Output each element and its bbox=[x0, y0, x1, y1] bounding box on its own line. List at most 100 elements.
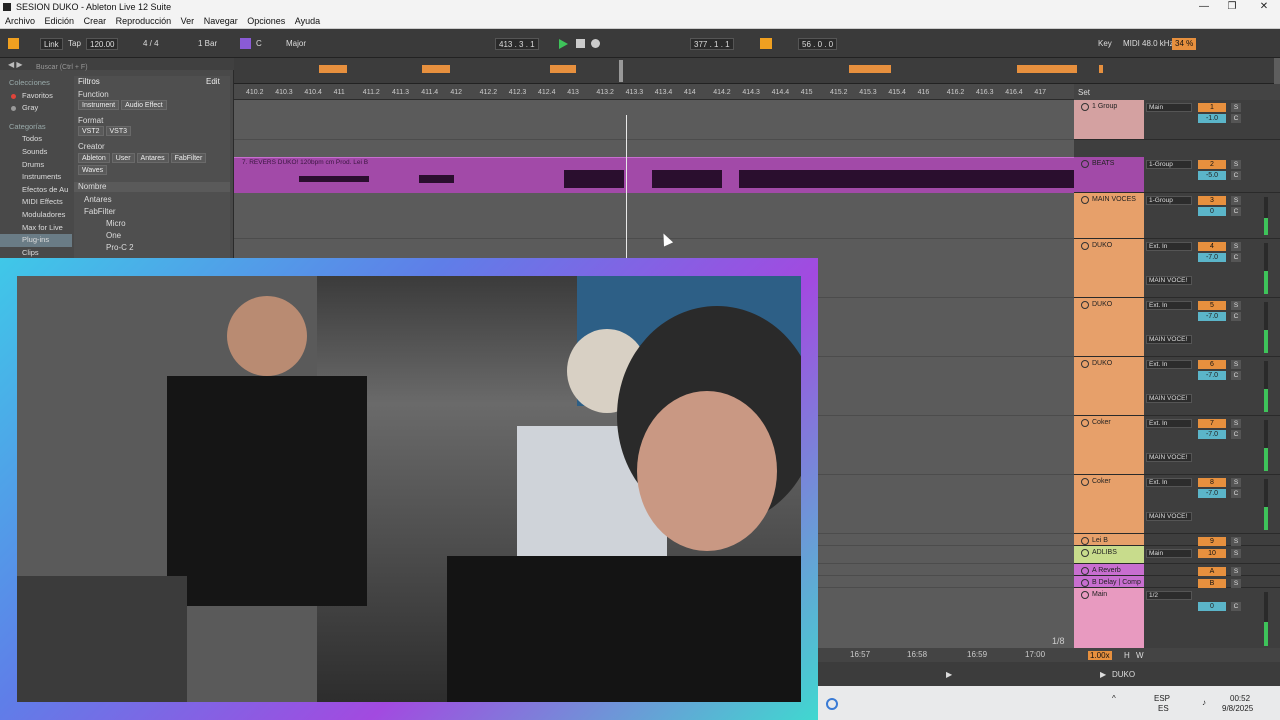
pan-knob[interactable]: C bbox=[1231, 114, 1241, 123]
fold-icon[interactable] bbox=[1081, 537, 1089, 545]
track-activator[interactable]: 6 bbox=[1198, 360, 1226, 369]
menu-navegar[interactable]: Navegar bbox=[204, 14, 238, 29]
fold-icon[interactable] bbox=[1081, 579, 1089, 587]
pan-knob[interactable]: C bbox=[1231, 489, 1241, 498]
mixer-track[interactable]: B Delay | Comp B S bbox=[1074, 576, 1280, 588]
solo-button[interactable]: S bbox=[1231, 579, 1241, 588]
tag-antares[interactable]: Antares bbox=[136, 153, 169, 163]
track-activator[interactable]: 9 bbox=[1198, 537, 1226, 546]
fold-icon[interactable] bbox=[1081, 196, 1089, 204]
loop-length-field[interactable]: 56 . 0 . 0 bbox=[798, 38, 838, 50]
track-activator[interactable]: 7 bbox=[1198, 419, 1226, 428]
mixer-track[interactable]: BEATS 1-Group 2 S -5.0 C bbox=[1074, 157, 1280, 193]
track-name-header[interactable]: 1 Group bbox=[1074, 100, 1144, 139]
arrangement-overview[interactable] bbox=[234, 58, 1274, 84]
collection-gray[interactable]: Gray bbox=[0, 102, 72, 115]
fold-icon[interactable] bbox=[1081, 419, 1089, 427]
name-column-header[interactable]: Nombre bbox=[74, 182, 106, 191]
fold-icon[interactable] bbox=[1081, 567, 1089, 575]
solo-button[interactable]: S bbox=[1231, 103, 1241, 112]
solo-button[interactable]: S bbox=[1231, 196, 1241, 205]
zoom-level[interactable]: 1.00x bbox=[1088, 651, 1112, 660]
track-activator[interactable]: 2 bbox=[1198, 160, 1226, 169]
track-volume[interactable]: 0 bbox=[1198, 207, 1226, 216]
pan-knob[interactable]: C bbox=[1231, 171, 1241, 180]
track-name-header[interactable]: B Delay | Comp bbox=[1074, 576, 1144, 587]
solo-button[interactable]: S bbox=[1231, 537, 1241, 546]
track-input-output[interactable]: Ext. In bbox=[1146, 419, 1192, 428]
time-signature[interactable]: 4 / 4 bbox=[140, 38, 162, 50]
monitor-output[interactable]: MAIN VOCE! bbox=[1146, 335, 1192, 344]
category-sounds[interactable]: Sounds bbox=[0, 146, 72, 159]
track-activator[interactable]: A bbox=[1198, 567, 1226, 576]
track-name-header[interactable]: Coker bbox=[1074, 416, 1144, 474]
loop-start-field[interactable]: 377 . 1 . 1 bbox=[690, 38, 734, 50]
category-max-for-live[interactable]: Max for Live bbox=[0, 222, 72, 235]
track-input-output[interactable]: Main bbox=[1146, 103, 1192, 112]
fold-icon[interactable] bbox=[1081, 103, 1089, 111]
mixer-track[interactable]: A Reverb A S bbox=[1074, 564, 1280, 576]
fold-icon[interactable] bbox=[1081, 160, 1089, 168]
w-button[interactable]: W bbox=[1136, 651, 1144, 660]
loop-icon[interactable] bbox=[760, 38, 772, 49]
tag-vst3[interactable]: VST3 bbox=[105, 126, 132, 136]
beat-ruler[interactable]: 410.2 410.3 410.4 411 411.2 411.3 411.4 412 412.… bbox=[234, 84, 1074, 100]
tree-pro-c2[interactable]: Pro-C 2 bbox=[106, 243, 134, 252]
tag-audio-effect[interactable]: Audio Effect bbox=[121, 100, 167, 110]
pan-knob[interactable]: C bbox=[1231, 312, 1241, 321]
fold-icon[interactable] bbox=[1081, 360, 1089, 368]
mixer-track[interactable]: DUKO Ext. In 6 S -7.0 C MAIN VOCE! bbox=[1074, 357, 1280, 416]
solo-button[interactable]: S bbox=[1231, 478, 1241, 487]
mixer-track[interactable]: Coker Ext. In 8 S -7.0 C MAIN VOCE! bbox=[1074, 475, 1280, 534]
track-volume[interactable]: 0 bbox=[1198, 602, 1226, 611]
track-name-header[interactable]: Main bbox=[1074, 588, 1144, 649]
mixer-track[interactable]: Coker Ext. In 7 S -7.0 C MAIN VOCE! bbox=[1074, 416, 1280, 475]
category-drums[interactable]: Drums bbox=[0, 159, 72, 172]
tag-user[interactable]: User bbox=[111, 153, 135, 163]
track-name-header[interactable]: BEATS bbox=[1074, 157, 1144, 192]
nav-back-icon[interactable]: ◀ ▶ bbox=[8, 60, 23, 69]
track-volume[interactable]: -7.0 bbox=[1198, 312, 1226, 321]
track-input-output[interactable]: 1-Group bbox=[1146, 160, 1192, 169]
menu-ver[interactable]: Ver bbox=[181, 14, 195, 29]
fold-icon[interactable] bbox=[1081, 591, 1089, 599]
menu-archivo[interactable]: Archivo bbox=[5, 14, 35, 29]
fold-icon[interactable] bbox=[1081, 301, 1089, 309]
track-name-header[interactable]: MAIN VOCES bbox=[1074, 193, 1144, 238]
tempo-field[interactable]: 120.00 bbox=[86, 38, 119, 50]
maximize-button[interactable]: ❐ bbox=[1222, 1, 1242, 12]
h-button[interactable]: H bbox=[1124, 651, 1130, 660]
clock-time[interactable]: 00:52 bbox=[1230, 694, 1250, 703]
track-volume[interactable]: -7.0 bbox=[1198, 253, 1226, 262]
pan-knob[interactable]: C bbox=[1231, 207, 1241, 216]
tag-vst2[interactable]: VST2 bbox=[78, 126, 104, 136]
tag-fabfilter[interactable]: FabFilter bbox=[170, 153, 207, 163]
arrangement-position[interactable]: 413 . 3 . 1 bbox=[495, 38, 539, 50]
track-activator[interactable]: 8 bbox=[1198, 478, 1226, 487]
track-name-header[interactable]: Coker bbox=[1074, 475, 1144, 533]
track-input-output[interactable]: Ext. In bbox=[1146, 478, 1192, 487]
tag-instrument[interactable]: Instrument bbox=[78, 100, 120, 110]
track-volume[interactable]: -7.0 bbox=[1198, 430, 1226, 439]
track-input-output[interactable]: Ext. In bbox=[1146, 301, 1192, 310]
solo-button[interactable]: S bbox=[1231, 360, 1241, 369]
audio-clip[interactable]: 7. REVERS DUKO! 120bpm cm Prod. Lei B bbox=[234, 157, 1074, 193]
solo-button[interactable]: S bbox=[1231, 567, 1241, 576]
track-input-output[interactable]: 1-Group bbox=[1146, 196, 1192, 205]
record-icon[interactable] bbox=[591, 39, 600, 48]
category-modulators[interactable]: Moduladores bbox=[0, 209, 72, 222]
fold-icon[interactable] bbox=[1081, 478, 1089, 486]
lang-indicator[interactable]: ESP bbox=[1154, 694, 1170, 703]
track-lane[interactable] bbox=[234, 193, 1074, 239]
fold-icon[interactable] bbox=[1081, 242, 1089, 250]
track-activator[interactable]: 3 bbox=[1198, 196, 1226, 205]
solo-button[interactable]: S bbox=[1231, 160, 1241, 169]
category-instruments[interactable]: Instruments bbox=[0, 171, 72, 184]
play-icon[interactable] bbox=[559, 39, 568, 49]
track-volume[interactable]: -1.0 bbox=[1198, 114, 1226, 123]
tree-one[interactable]: One bbox=[106, 231, 121, 240]
mixer-track[interactable]: MAIN VOCES 1-Group 3 S 0 C bbox=[1074, 193, 1280, 239]
track-activator[interactable]: 5 bbox=[1198, 301, 1226, 310]
mixer-track[interactable]: 1 Group Main 1 S -1.0 C bbox=[1074, 100, 1280, 140]
key-select[interactable]: C bbox=[253, 38, 265, 50]
